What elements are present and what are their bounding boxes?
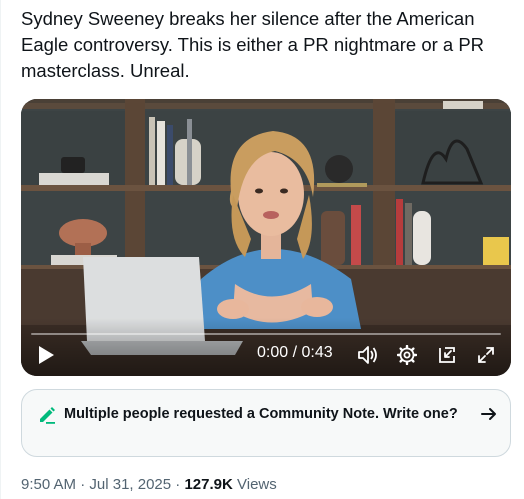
meta-separator: · [76,476,90,493]
current-time: 0:00 [257,344,289,361]
volume-icon [358,346,377,364]
video-progress-bar[interactable] [31,333,501,335]
timeline-divider [0,0,1,499]
picture-in-picture-icon [439,347,455,363]
pencil-icon [40,407,55,424]
video-player[interactable]: 0:00 / 0:43 [21,99,511,376]
time-separator: / [288,344,302,361]
video-controls: 0:00 / 0:43 [21,318,511,376]
picture-in-picture-button[interactable] [434,342,460,368]
meta-separator: · [171,476,185,493]
views-label: Views [232,476,277,493]
play-button[interactable] [33,342,59,368]
settings-button[interactable] [394,342,420,368]
volume-button[interactable] [355,342,381,368]
gear-icon [397,345,417,365]
duration: 0:43 [301,344,333,361]
post-text: Sydney Sweeney breaks her silence after … [21,8,490,81]
arrow-right-icon[interactable] [479,404,499,424]
views-count: 127.9K [184,476,233,493]
post-date[interactable]: Jul 31, 2025 [89,476,171,493]
community-note-text: Multiple people requested a Community No… [64,406,458,422]
community-note-prompt[interactable]: Multiple people requested a Community No… [21,389,511,457]
post-metadata: 9:50 AM · Jul 31, 2025 · 127.9K Views [21,476,277,493]
video-time: 0:00 / 0:43 [257,344,333,362]
fullscreen-button[interactable] [473,342,499,368]
play-icon [39,346,54,364]
post-time[interactable]: 9:50 AM [21,476,76,493]
fullscreen-icon [478,347,494,363]
